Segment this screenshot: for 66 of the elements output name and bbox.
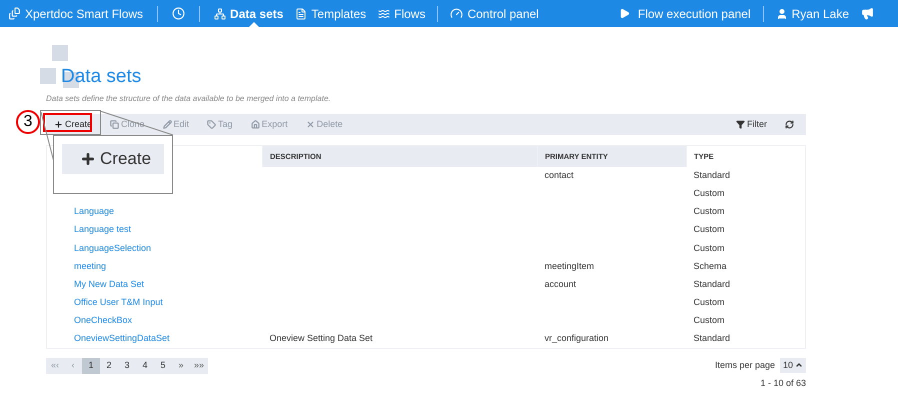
table-cell: Custom xyxy=(694,188,725,198)
items-per-page-label: Items per page xyxy=(714,358,775,372)
page-button[interactable]: 3 xyxy=(118,358,136,374)
gauge-icon xyxy=(450,7,464,20)
table-cell: Standard xyxy=(694,170,730,180)
dataset-link[interactable]: Language xyxy=(74,206,114,216)
nav-link[interactable]: Control panel xyxy=(450,4,539,22)
page-range: 1 - 10 of 63 xyxy=(760,376,806,390)
table-cell: Oneview Setting Data Set xyxy=(270,333,373,344)
page-button[interactable]: 2 xyxy=(100,358,118,374)
nav-link[interactable]: Data sets xyxy=(214,0,284,27)
pencil-icon xyxy=(162,120,172,129)
table-cell: contact xyxy=(544,170,574,180)
close-icon xyxy=(306,120,315,129)
highlight-frame xyxy=(43,113,92,132)
refresh-icon[interactable] xyxy=(785,120,794,129)
user-icon xyxy=(776,8,788,20)
page-button[interactable]: 4 xyxy=(136,358,154,374)
page-button[interactable]: 1 xyxy=(82,358,100,374)
dataset-link[interactable]: Language test xyxy=(74,224,132,234)
brand-link[interactable]: Xpertdoc Smart Flows xyxy=(8,4,144,22)
page-title: Data sets xyxy=(61,65,142,89)
tag-icon xyxy=(207,120,216,129)
nav-link[interactable]: Flows xyxy=(378,0,426,27)
table-cell: Custom xyxy=(694,242,725,253)
table-cell: Standard xyxy=(694,278,730,289)
dataset-link[interactable]: LanguageSelection xyxy=(74,242,152,253)
plus-icon xyxy=(54,120,63,129)
dataset-link[interactable]: meeting xyxy=(74,260,106,271)
table-cell: Standard xyxy=(694,333,730,344)
page-nav-button[interactable]: »» xyxy=(190,358,208,374)
nav-link[interactable]: Templates xyxy=(295,0,366,27)
table-cell: Custom xyxy=(694,224,725,234)
table-cell: meetingItem xyxy=(544,260,594,271)
documents-icon xyxy=(8,7,21,20)
user-menu[interactable]: Ryan Lake xyxy=(776,4,849,22)
page-description: Data sets define the structure of the data available to be merged into a template. xyxy=(46,93,332,105)
table-cell: Custom xyxy=(694,297,725,308)
filter-button[interactable]: Filter xyxy=(736,118,767,132)
caret-icon xyxy=(795,361,803,370)
table-cell: Custom xyxy=(694,315,725,326)
zoomed-create-label: Create xyxy=(62,144,164,174)
items-per-page-select[interactable]: 10 xyxy=(780,358,806,373)
table-cell: Custom xyxy=(694,206,725,216)
dataset-link[interactable]: Office User T&M Input xyxy=(74,297,163,308)
play-icon xyxy=(618,8,630,19)
sitemap-icon xyxy=(214,8,226,20)
house-icon xyxy=(250,120,260,129)
page-nav-button[interactable]: «‹ xyxy=(46,358,64,374)
table-cell: account xyxy=(544,278,576,289)
table-cell: vr_configuration xyxy=(544,333,609,344)
clock-icon[interactable] xyxy=(172,7,186,20)
nav-link[interactable]: Flow execution panel xyxy=(618,4,751,22)
dataset-link[interactable]: OneCheckBox xyxy=(74,315,132,326)
dataset-link[interactable]: My New Data Set xyxy=(74,278,144,289)
dataset-link[interactable]: OneviewSettingDataSet xyxy=(74,333,170,344)
copy-icon xyxy=(110,120,120,129)
filter-icon xyxy=(736,120,745,129)
table-cell: Schema xyxy=(694,260,727,271)
megaphone-icon[interactable] xyxy=(861,7,874,20)
page-button[interactable]: 5 xyxy=(154,358,172,374)
plus-icon xyxy=(80,151,96,167)
page-nav-button[interactable]: » xyxy=(172,358,190,374)
page-nav-button[interactable]: ‹ xyxy=(64,358,82,374)
document-icon xyxy=(295,8,308,20)
waves-icon xyxy=(378,8,390,20)
